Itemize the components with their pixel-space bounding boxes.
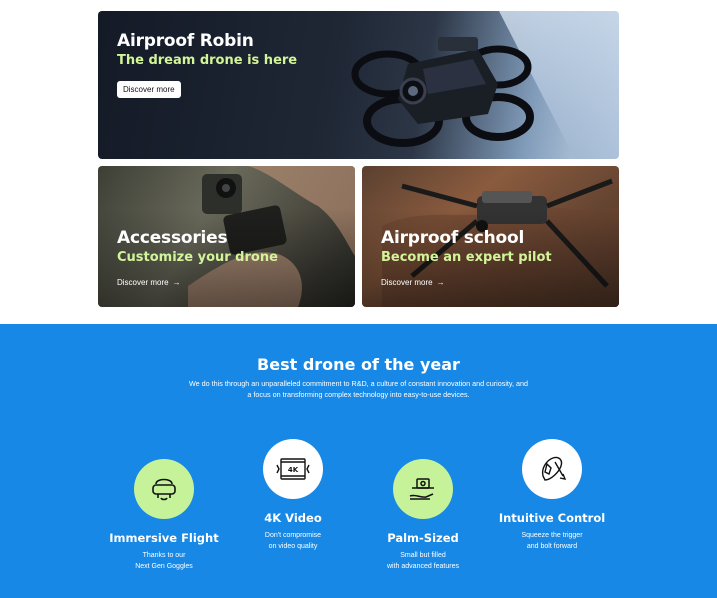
accessories-title: Accessories bbox=[117, 228, 228, 248]
school-card[interactable]: Airproof school Become an expert pilot D… bbox=[362, 166, 619, 307]
goggles-icon bbox=[134, 459, 194, 519]
section-heading: Best drone of the year bbox=[257, 355, 460, 374]
4k-badge-text: 4K bbox=[288, 466, 299, 474]
drone-image bbox=[351, 37, 534, 147]
feature-desc-line: Thanks to our bbox=[142, 552, 186, 559]
feature-desc-line: Squeeze the trigger bbox=[521, 532, 583, 539]
feature-title: 4K Video bbox=[264, 511, 322, 525]
school-subtitle: Become an expert pilot bbox=[381, 250, 552, 265]
4k-video-icon: 4K bbox=[263, 439, 323, 499]
hand-control-icon bbox=[522, 439, 582, 499]
feature-4k-video: 4K 4K Video Don't compromise on video qu… bbox=[218, 439, 368, 552]
feature-desc-line: on video quality bbox=[268, 543, 318, 550]
section-lead: We do this through an unparalleled commi… bbox=[180, 378, 537, 400]
section-lead-line-2: a focus on transforming complex technolo… bbox=[247, 390, 470, 399]
accessories-discover-link[interactable]: Discover more → bbox=[117, 278, 181, 287]
feature-desc-line: with advanced features bbox=[387, 563, 459, 570]
feature-description: Thanks to our Next Gen Goggles bbox=[89, 550, 239, 572]
feature-desc-line: Next Gen Goggles bbox=[135, 563, 193, 570]
accessories-subtitle: Customize your drone bbox=[117, 250, 278, 265]
feature-immersive-flight: Immersive Flight Thanks to our Next Gen … bbox=[89, 459, 239, 572]
accessories-card[interactable]: Accessories Customize your drone Discove… bbox=[98, 166, 355, 307]
school-title: Airproof school bbox=[381, 228, 525, 248]
arrow-right-icon: → bbox=[436, 278, 445, 287]
school-discover-label: Discover more bbox=[381, 278, 433, 287]
school-discover-link[interactable]: Discover more → bbox=[381, 278, 445, 287]
features-section: Best drone of the year We do this throug… bbox=[0, 324, 717, 598]
section-lead-line-1: We do this through an unparalleled commi… bbox=[189, 379, 528, 388]
hero-discover-button[interactable]: Discover more bbox=[117, 81, 181, 98]
feature-intuitive-control: Intuitive Control Squeeze the trigger an… bbox=[477, 439, 627, 552]
feature-desc-line: Small but filled bbox=[400, 552, 446, 559]
feature-description: Don't compromise on video quality bbox=[218, 530, 368, 552]
palm-drone-icon bbox=[393, 459, 453, 519]
hero-title: Airproof Robin bbox=[117, 31, 254, 51]
feature-desc-line: Don't compromise bbox=[264, 532, 322, 539]
feature-title: Palm-Sized bbox=[387, 531, 459, 545]
feature-description: Small but filled with advanced features bbox=[348, 550, 498, 572]
feature-title: Intuitive Control bbox=[498, 511, 606, 525]
feature-title: Immersive Flight bbox=[109, 531, 219, 545]
hero-subtitle: The dream drone is here bbox=[117, 53, 298, 68]
feature-desc-line: and bolt forward bbox=[526, 543, 578, 550]
arrow-right-icon: → bbox=[172, 278, 181, 287]
hero-banner: Airproof Robin The dream drone is here D… bbox=[98, 11, 619, 159]
feature-palm-sized: Palm-Sized Small but filled with advance… bbox=[348, 459, 498, 572]
feature-description: Squeeze the trigger and bolt forward bbox=[477, 530, 627, 552]
accessories-discover-label: Discover more bbox=[117, 278, 169, 287]
